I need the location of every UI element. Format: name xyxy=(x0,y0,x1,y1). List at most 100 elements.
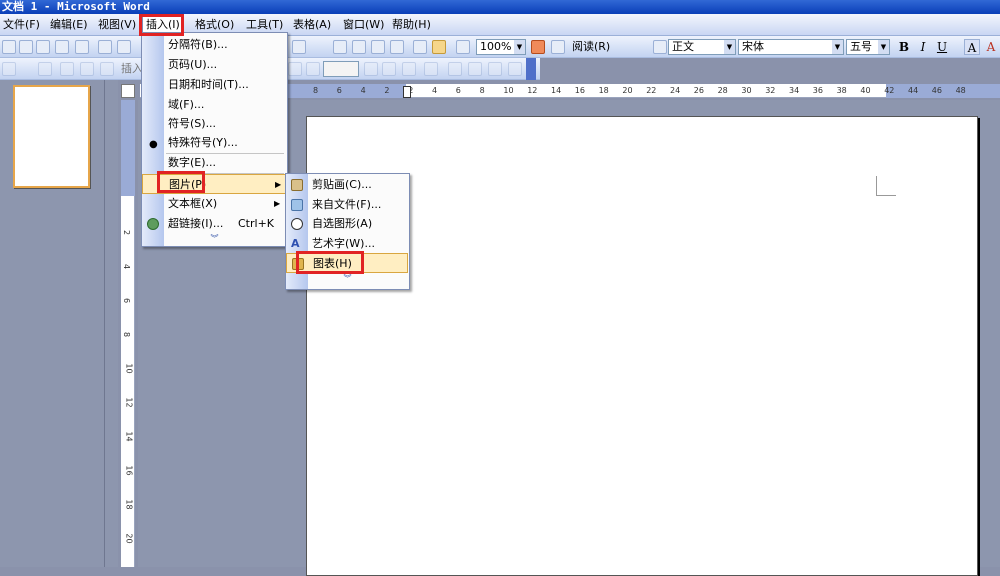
ruler-tick-label: 8 xyxy=(313,86,319,95)
merge-fax-icon[interactable] xyxy=(488,62,502,76)
email-icon[interactable] xyxy=(75,40,89,54)
insert-menu-date-time[interactable]: 日期和时间(T)... xyxy=(142,75,287,95)
menu-expand-icon[interactable]: ︾ xyxy=(142,233,287,247)
insert-menu: 分隔符(B)... 页码(U)... 日期和时间(T)... 域(F)... 符… xyxy=(141,32,288,247)
autoshapes-icon xyxy=(291,218,303,230)
ruler-tick-label: 36 xyxy=(812,86,823,95)
ruler-tick-label: 4 xyxy=(122,263,132,270)
picture-menu-wordart[interactable]: A 艺术字(W)... xyxy=(286,234,409,254)
menu-tools[interactable]: 工具(T) xyxy=(243,17,286,33)
bold-button[interactable]: B xyxy=(896,39,912,55)
permission-icon[interactable] xyxy=(55,40,69,54)
italic-button[interactable]: I xyxy=(915,39,931,55)
picture-menu-autoshapes[interactable]: 自选图形(A) xyxy=(286,214,409,234)
toolbar-overflow-icon[interactable] xyxy=(526,58,536,80)
insert-menu-symbol[interactable]: 符号(S)... xyxy=(142,114,287,134)
menu-expand-icon[interactable]: ︾ xyxy=(286,273,409,287)
merge-options-icon[interactable] xyxy=(508,62,522,76)
ruler-tick-label: 6 xyxy=(336,86,342,95)
insert-menu-special-symbol[interactable]: ● 特殊符号(Y)... xyxy=(142,133,287,153)
chevron-down-icon: ▼ xyxy=(832,40,843,54)
ruler-tick-label: 26 xyxy=(693,86,704,95)
save-icon[interactable] xyxy=(36,40,50,54)
chevron-down-icon: ▼ xyxy=(514,40,525,54)
font-color-button[interactable]: A xyxy=(964,39,980,55)
indent-marker[interactable] xyxy=(403,86,411,98)
page-icon[interactable] xyxy=(60,62,74,76)
menu-view[interactable]: 视图(V) xyxy=(95,17,139,33)
layout-icon[interactable] xyxy=(100,62,114,76)
menu-edit[interactable]: 编辑(E) xyxy=(47,17,91,33)
picture-menu-from-file[interactable]: 来自文件(F)... xyxy=(286,195,409,215)
menu-format[interactable]: 格式(O) xyxy=(192,17,237,33)
ruler-tick-label: 2 xyxy=(384,86,390,95)
ruler-tick-label: 18 xyxy=(124,499,134,510)
insert-table-icon[interactable] xyxy=(371,40,385,54)
picture-menu-clip-art[interactable]: 剪贴画(C)... xyxy=(286,175,409,195)
next-icon[interactable] xyxy=(364,62,378,76)
thumbnail-scrollbar[interactable] xyxy=(104,80,118,567)
redo-icon[interactable] xyxy=(292,40,306,54)
tab-selector[interactable] xyxy=(121,84,135,98)
back-icon[interactable] xyxy=(288,62,302,76)
menu-item-label: 来自文件(F)... xyxy=(312,198,382,211)
title-bar: 文档 1 - Microsoft Word xyxy=(0,0,1000,14)
menu-file[interactable]: 文件(F) xyxy=(0,17,43,33)
menu-item-label: 艺术字(W)... xyxy=(312,237,375,250)
font-combo[interactable]: 宋体 ▼ xyxy=(738,39,844,55)
picture-file-icon xyxy=(291,199,303,211)
ruler-tick-label: 6 xyxy=(122,297,132,304)
help-icon[interactable] xyxy=(551,40,565,54)
underline-button[interactable]: U xyxy=(934,39,950,55)
ruler-tick-label: 34 xyxy=(789,86,800,95)
ruler-tick-label: 4 xyxy=(360,86,366,95)
zoom-combo[interactable]: 100% ▼ xyxy=(476,39,526,55)
ruler-tick-label: 46 xyxy=(931,86,942,95)
insert-menu-page-numbers[interactable]: 页码(U)... xyxy=(142,55,287,75)
last-icon[interactable] xyxy=(382,62,396,76)
menu-item-shortcut: Ctrl+K xyxy=(238,217,275,230)
copy-icon[interactable] xyxy=(80,62,94,76)
document-map-icon[interactable] xyxy=(456,40,470,54)
menu-window[interactable]: 窗口(W) xyxy=(340,17,387,33)
new-document-icon[interactable] xyxy=(2,40,16,54)
pen-icon[interactable] xyxy=(38,62,52,76)
hyperlink-icon[interactable] xyxy=(333,40,347,54)
style-combo[interactable]: 正文 ▼ xyxy=(668,39,736,55)
previous-icon[interactable] xyxy=(306,62,320,76)
ruler-tick-label: 18 xyxy=(598,86,609,95)
merge-email-icon[interactable] xyxy=(468,62,482,76)
insert-menu-text-box[interactable]: 文本框(X) ▶ xyxy=(142,194,287,214)
insert-menu-field[interactable]: 域(F)... xyxy=(142,95,287,115)
insert-menu-picture[interactable]: 图片(P) ▶ xyxy=(142,174,286,194)
menu-table[interactable]: 表格(A) xyxy=(290,17,334,33)
format-icon[interactable] xyxy=(2,62,16,76)
insert-menu-hyperlink[interactable]: 超链接(I)... Ctrl+K xyxy=(142,214,287,234)
insert-excel-icon[interactable] xyxy=(390,40,404,54)
columns-icon[interactable] xyxy=(413,40,427,54)
style-icon[interactable] xyxy=(653,40,667,54)
insert-menu-break[interactable]: 分隔符(B)... xyxy=(142,35,287,55)
merge-new-icon[interactable] xyxy=(448,62,462,76)
print-preview-icon[interactable] xyxy=(117,40,131,54)
drawing-icon[interactable] xyxy=(432,40,446,54)
ruler-tick-label: 32 xyxy=(765,86,776,95)
merge-icon[interactable] xyxy=(402,62,416,76)
menu-help[interactable]: 帮助(H) xyxy=(389,17,434,33)
margin-corner-mark xyxy=(876,176,896,196)
page-thumbnail[interactable] xyxy=(13,85,90,188)
font-size-value: 五号 xyxy=(850,40,872,53)
picture-menu-chart[interactable]: 图表(H) xyxy=(286,253,408,273)
read-button[interactable]: 阅读(R) xyxy=(572,39,610,55)
record-field[interactable] xyxy=(323,61,359,77)
font-color-alt-button[interactable]: A xyxy=(983,39,999,55)
open-folder-icon[interactable] xyxy=(19,40,33,54)
tables-borders-icon[interactable] xyxy=(352,40,366,54)
research-icon[interactable] xyxy=(531,40,545,54)
insert-menu-number[interactable]: 数字(E)... xyxy=(142,153,287,173)
font-size-combo[interactable]: 五号 ▼ xyxy=(846,39,890,55)
ruler-tick-label: 28 xyxy=(717,86,728,95)
print-icon[interactable] xyxy=(98,40,112,54)
ruler-tick-label: 16 xyxy=(574,86,585,95)
merge-print-icon[interactable] xyxy=(424,62,438,76)
